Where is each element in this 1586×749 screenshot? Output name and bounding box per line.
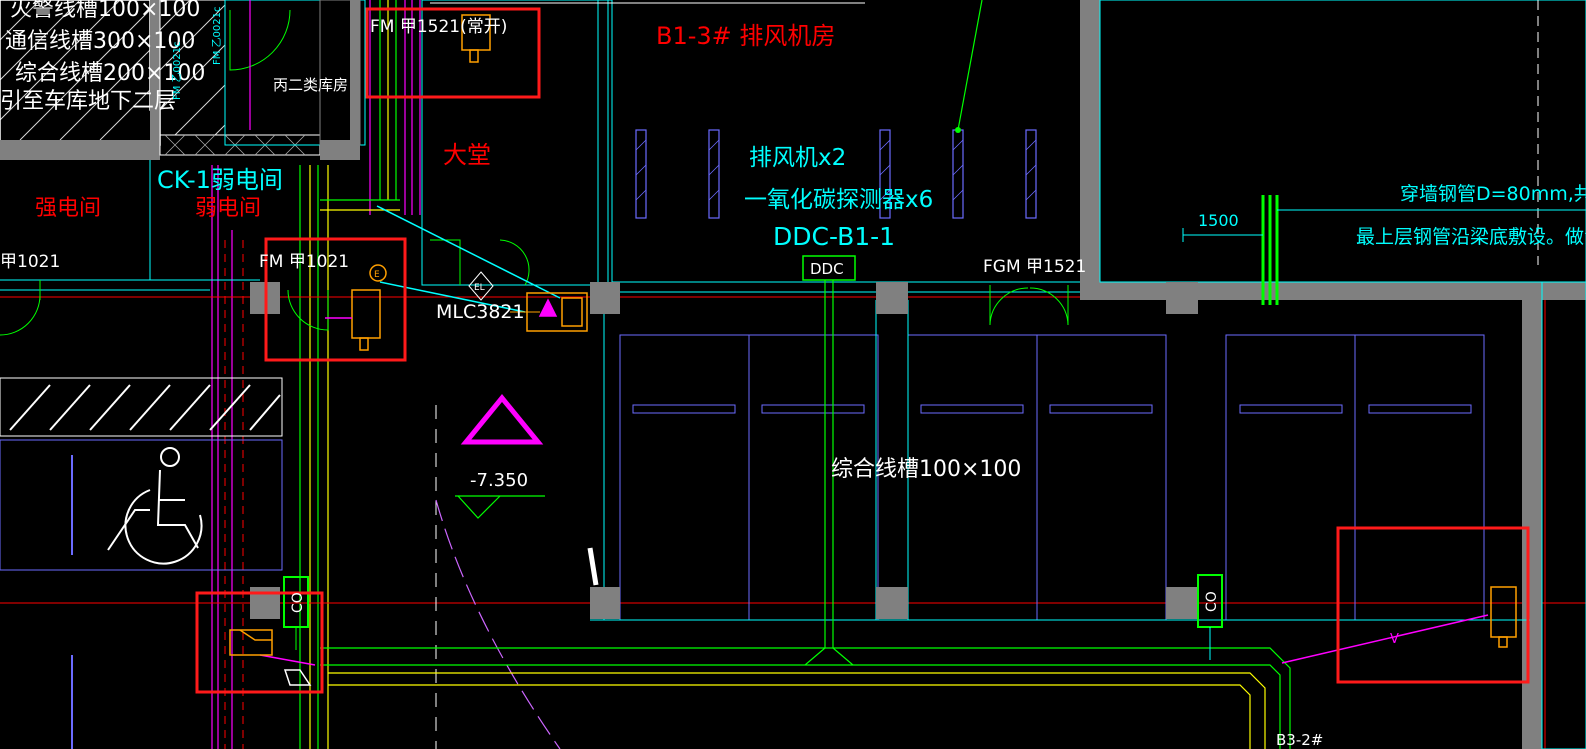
label-fm-1521-top: FM 甲1521(常开)	[370, 17, 507, 37]
elevation-label: -7.350	[470, 470, 528, 491]
label-mlc: MLC3821	[436, 301, 525, 323]
label-fm-vertical-2: FM 乙0021c	[171, 41, 183, 100]
label-cable-tray-center: 综合线槽100×100	[831, 457, 1021, 482]
dimension-1500-label: 1500	[1198, 211, 1239, 230]
label-ck-weak-room: CK-1弱电间	[157, 166, 283, 194]
label-wall-pipe-note: 穿墙钢管D=80mm,共	[1400, 183, 1586, 205]
label-top-left-2: 通信线槽300×100	[5, 29, 195, 54]
label-top-left-4: 引至车库地下二层	[0, 89, 176, 114]
label-top-left-1: 火警线槽100×100	[10, 0, 200, 22]
label-fan-info-1: 排风机x2	[749, 145, 846, 171]
label-fan-info-2: 一氧化碳探测器x6	[744, 187, 933, 213]
cad-drawing-canvas[interactable]: -7.350 1500 火警线槽100×100 通信线槽300×100 综合线槽…	[0, 0, 1586, 749]
label-co-right: CO	[1204, 591, 1220, 612]
label-wire-v: V	[1390, 632, 1399, 647]
label-el-tag: EL	[474, 283, 485, 293]
label-lobby: 大堂	[443, 141, 491, 169]
label-storage-room: 丙二类库房	[273, 76, 348, 94]
label-e-symbol: E	[374, 270, 380, 280]
label-strong-room: 强电间	[35, 196, 101, 221]
label-fm-jia-1021: FM 甲1021	[259, 252, 349, 272]
label-fgm: FGM 甲1521	[983, 257, 1086, 277]
label-bottom-right-tag: B3-2#	[1276, 731, 1323, 749]
label-jia-1021-left: 甲1021	[0, 252, 60, 272]
label-exhaust-room: B1-3# 排风机房	[656, 22, 835, 50]
label-co-left: CO	[290, 592, 306, 613]
background	[0, 0, 1586, 749]
label-top-pipe-note: 最上层钢管沿梁底敷设。做法见	[1356, 226, 1586, 248]
label-ddc-b1: DDC-B1-1	[773, 222, 895, 251]
label-fm-vertical-1: FM 乙0021c	[211, 6, 223, 65]
label-ddc-box: DDC	[810, 260, 844, 278]
label-weak-room: 弱电间	[195, 196, 261, 221]
